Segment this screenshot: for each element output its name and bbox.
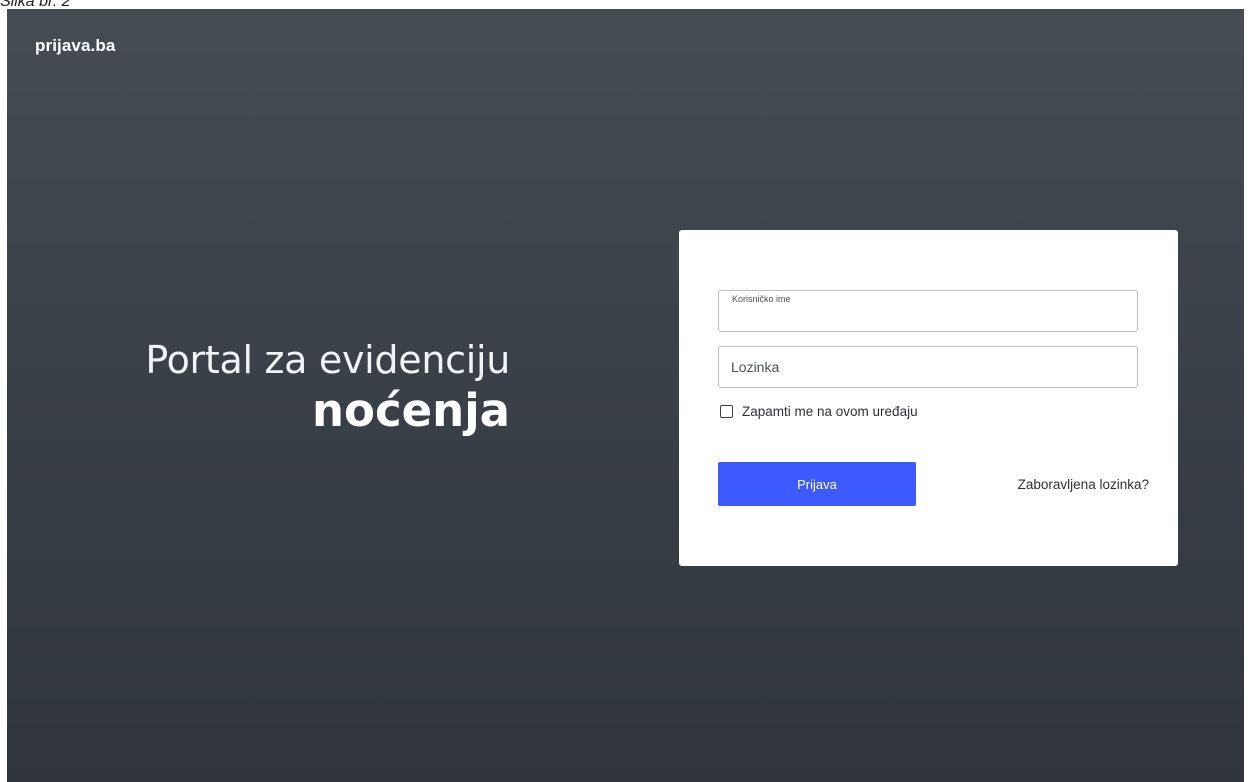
remember-me-checkbox[interactable] [720, 405, 733, 418]
login-button[interactable]: Prijava [718, 462, 916, 506]
hero-line-2: noćenja [312, 384, 510, 437]
username-field[interactable]: Korisničko ime [718, 290, 1138, 332]
remember-me-label: Zapamti me na ovom uređaju [742, 404, 918, 419]
forgot-password-link[interactable]: Zaboravljena lozinka? [1018, 477, 1149, 492]
remember-me-option[interactable]: Zapamti me na ovom uređaju [720, 404, 918, 419]
login-card: Korisničko ime Zapamti me na ovom uređaj… [679, 230, 1178, 566]
password-field[interactable] [718, 346, 1138, 388]
password-input[interactable] [719, 347, 1137, 387]
login-screen: prijava.ba Portal za evidenciju noćenja … [7, 9, 1244, 782]
hero-line-1: Portal za evidenciju [145, 338, 510, 382]
site-logo[interactable]: prijava.ba [35, 36, 115, 56]
username-input[interactable] [719, 291, 1137, 331]
hero-heading: Portal za evidenciju noćenja [145, 337, 510, 439]
